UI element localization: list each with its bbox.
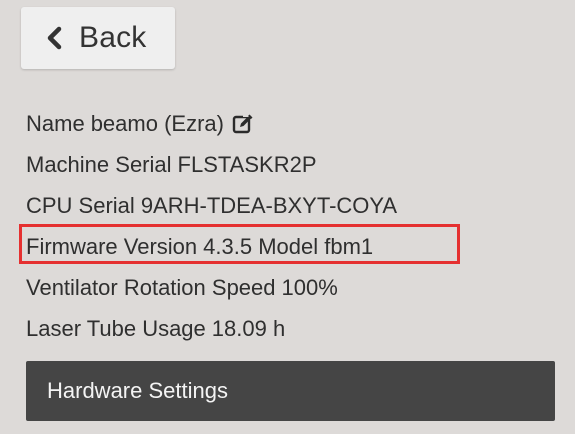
laser-tube-usage-label: Laser Tube Usage: [26, 315, 206, 341]
hardware-settings-label: Hardware Settings: [47, 378, 228, 403]
name-label: Name: [26, 110, 85, 136]
firmware-version-value: 4.3.5 Model fbm1: [203, 233, 374, 259]
machine-serial-value: FLSTASKR2P: [177, 151, 317, 177]
cpu-serial-value: 9ARH-TDEA-BXYT-COYA: [140, 192, 398, 218]
ventilator-speed-value: 100%: [281, 274, 338, 300]
chevron-left-icon: [45, 26, 63, 50]
back-button[interactable]: Back: [21, 7, 175, 69]
back-button-label: Back: [79, 21, 147, 54]
edit-icon[interactable]: [232, 112, 254, 135]
name-value: beamo (Ezra): [90, 110, 224, 136]
machine-serial-label: Machine Serial: [26, 151, 172, 177]
device-info-page: Back Name beamo (Ezra) Machine Serial FL…: [0, 0, 575, 434]
machine-serial-row: Machine Serial FLSTASKR2P: [26, 144, 566, 185]
cpu-serial-label: CPU Serial: [26, 192, 135, 218]
device-info-list: Name beamo (Ezra) Machine Serial FLSTASK…: [26, 103, 566, 349]
ventilator-speed-label: Ventilator Rotation Speed: [26, 274, 276, 300]
firmware-version-label: Firmware Version: [26, 233, 198, 259]
hardware-settings-button[interactable]: Hardware Settings: [26, 361, 555, 421]
cpu-serial-row: CPU Serial 9ARH-TDEA-BXYT-COYA: [26, 185, 566, 226]
firmware-version-row: Firmware Version 4.3.5 Model fbm1: [26, 226, 566, 267]
name-row: Name beamo (Ezra): [26, 103, 566, 144]
laser-tube-usage-value: 18.09 h: [211, 315, 286, 341]
ventilator-speed-row: Ventilator Rotation Speed 100%: [26, 267, 566, 308]
laser-tube-usage-row: Laser Tube Usage 18.09 h: [26, 308, 566, 349]
